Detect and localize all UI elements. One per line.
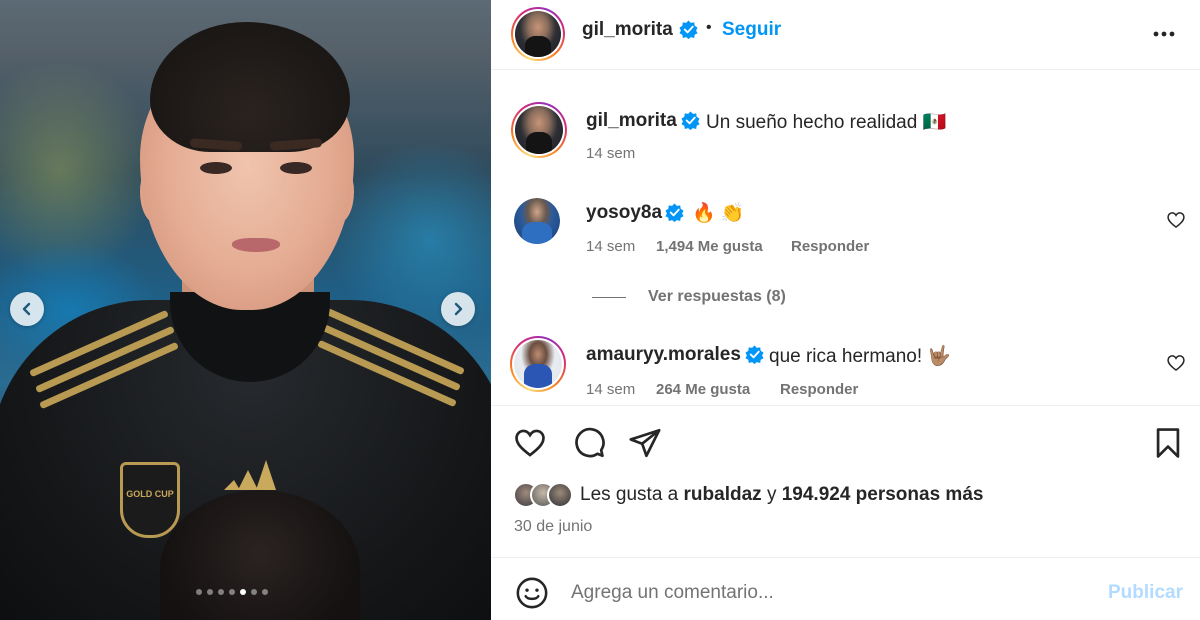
publish-button[interactable]: Publicar: [1108, 582, 1183, 604]
adidas-logo-icon: [224, 460, 276, 490]
heart-icon[interactable]: [513, 426, 547, 460]
carousel-dot: [218, 589, 224, 595]
chevron-right-icon: [454, 302, 463, 316]
eye: [200, 162, 232, 174]
carousel-next-button[interactable]: [441, 292, 475, 326]
reply-button[interactable]: Responder: [791, 238, 869, 255]
post-date: 30 de junio: [514, 518, 593, 535]
author-username[interactable]: gil_morita: [582, 19, 673, 41]
carousel-indicator: [196, 589, 268, 595]
mouth: [232, 238, 280, 252]
commenter-avatar[interactable]: [514, 198, 560, 244]
chevron-left-icon: [22, 302, 31, 316]
replies-divider: [592, 297, 626, 298]
caption-time: 14 sem: [586, 145, 636, 162]
comment-time: 14 sem: [586, 381, 636, 398]
post-details-panel: gil_morita • Seguir gil_morita Un sueño …: [491, 0, 1200, 620]
carousel-dot: [207, 589, 213, 595]
comment-likes[interactable]: 264 Me gusta: [656, 381, 750, 398]
heart-icon[interactable]: [1166, 353, 1186, 373]
player-hair: [150, 22, 350, 152]
comment-time: 14 sem: [586, 238, 636, 255]
comment-text: 🔥 👏: [692, 203, 745, 224]
emoji-icon[interactable]: [515, 576, 549, 610]
post-header: gil_morita • Seguir: [491, 0, 1200, 70]
likes-count[interactable]: 194.924 personas más: [782, 484, 984, 505]
comment-composer: Publicar: [491, 557, 1200, 620]
comment-text: que rica hermano! 🤟🏽: [769, 346, 952, 367]
liker-username[interactable]: rubaldaz: [684, 484, 762, 505]
likes-prefix: Les gusta a: [580, 484, 679, 505]
likes-connector: y: [766, 484, 777, 505]
comments-list[interactable]: gil_morita Un sueño hecho realidad 🇲🇽 14…: [491, 71, 1200, 405]
separator-dot: •: [706, 19, 712, 36]
likes-summary[interactable]: Les gusta a rubaldaz y 194.924 personas …: [513, 482, 983, 508]
commenter-username[interactable]: yosoy8a: [586, 202, 662, 224]
verified-icon: [681, 111, 700, 130]
post-actions: Les gusta a rubaldaz y 194.924 personas …: [491, 405, 1200, 557]
verified-icon: [679, 20, 698, 39]
verified-icon: [745, 345, 764, 364]
caption-username[interactable]: gil_morita: [586, 110, 677, 132]
follow-button[interactable]: Seguir: [722, 19, 781, 41]
caption-avatar[interactable]: [511, 102, 567, 158]
gold-cup-crest: GOLD CUP: [120, 462, 180, 538]
post-photo[interactable]: GOLD CUP: [0, 0, 491, 620]
carousel-dot: [229, 589, 235, 595]
comment-icon[interactable]: [572, 426, 606, 460]
carousel-dot: [196, 589, 202, 595]
share-icon[interactable]: [628, 426, 662, 460]
commenter-avatar[interactable]: [510, 336, 566, 392]
carousel-dot: [262, 589, 268, 595]
comment-input[interactable]: [571, 573, 1071, 613]
commenter-username[interactable]: amauryy.morales: [586, 344, 741, 366]
bookmark-icon[interactable]: [1151, 426, 1185, 460]
likes-text: Les gusta a rubaldaz y 194.924 personas …: [580, 484, 983, 506]
carousel-prev-button[interactable]: [10, 292, 44, 326]
reply-button[interactable]: Responder: [780, 381, 858, 398]
caption-text: Un sueño hecho realidad 🇲🇽: [706, 112, 947, 133]
carousel-dot: [251, 589, 257, 595]
more-icon[interactable]: [1151, 21, 1177, 47]
comment-likes[interactable]: 1,494 Me gusta: [656, 238, 763, 255]
carousel-dot: [240, 589, 246, 595]
liker-avatar: [547, 482, 573, 508]
verified-icon: [665, 203, 684, 222]
heart-icon[interactable]: [1166, 210, 1186, 230]
view-replies-button[interactable]: Ver respuestas (8): [648, 288, 786, 306]
eye: [280, 162, 312, 174]
author-avatar[interactable]: [511, 7, 565, 61]
